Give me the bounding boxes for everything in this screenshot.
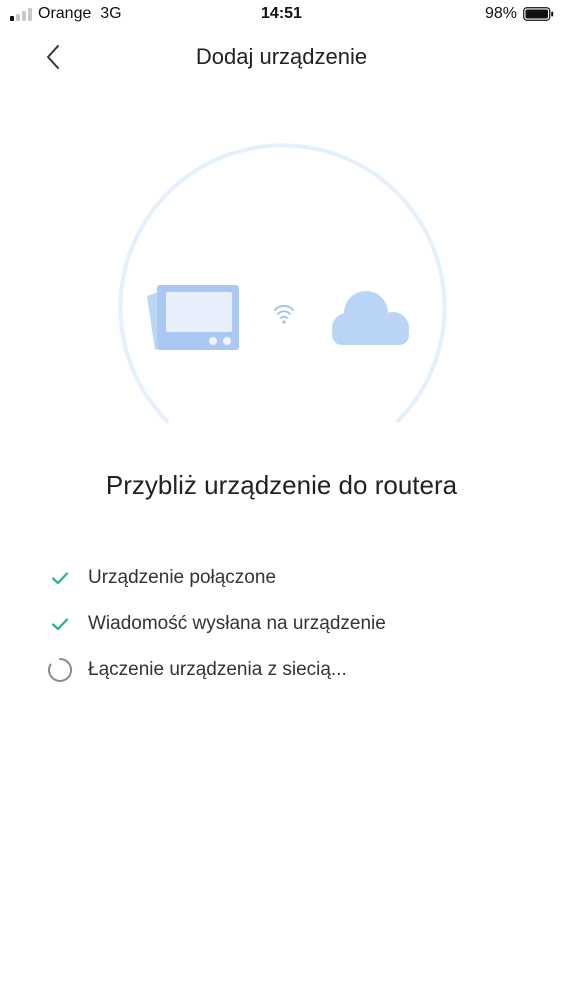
step-item: Łączenie urządzenia z siecią... xyxy=(44,647,524,693)
step-label: Urządzenie połączone xyxy=(88,567,277,588)
instruction-heading: Przybliż urządzenie do routera xyxy=(105,470,458,500)
setup-steps-list: Urządzenie połączone Wiadomość wysłana n… xyxy=(44,555,524,693)
thermostat-device-icon xyxy=(147,285,239,350)
step-item: Urządzenie połączone xyxy=(44,555,524,601)
connection-illustration xyxy=(110,135,455,430)
battery-percent: 98% xyxy=(484,5,517,22)
step-label: Łączenie urządzenia z siecią... xyxy=(88,659,347,680)
status-time: 14:51 xyxy=(261,5,302,22)
check-icon xyxy=(44,562,76,594)
step-item: Wiadomość wysłana na urządzenie xyxy=(44,601,524,647)
cloud-icon xyxy=(332,291,409,345)
check-icon xyxy=(44,608,76,640)
status-bar: Orange 3G 14:51 98% xyxy=(0,0,563,30)
step-label: Wiadomość wysłana na urządzenie xyxy=(88,613,386,634)
battery-icon xyxy=(523,7,554,21)
spinner-icon xyxy=(44,654,76,686)
page-title: Dodaj urządzenie xyxy=(195,44,368,69)
progress-ring xyxy=(118,143,447,423)
wifi-icon xyxy=(274,305,294,324)
